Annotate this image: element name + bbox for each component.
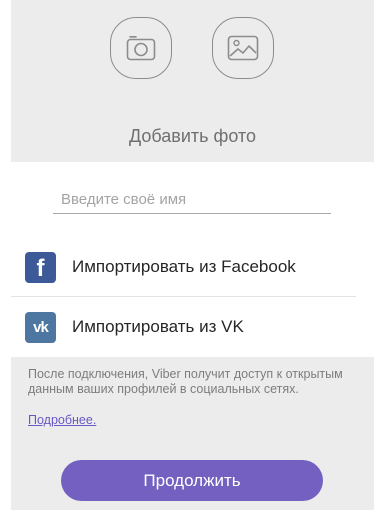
facebook-icon: f [25, 251, 56, 283]
continue-button[interactable]: Продолжить [61, 460, 323, 501]
add-photo-label: Добавить фото [128, 126, 257, 146]
import-facebook-label: Импортировать из Facebook [72, 257, 296, 276]
info-text: После подключения, Viber получит доступ … [28, 367, 343, 396]
camera-icon [126, 35, 156, 61]
name-input[interactable] [53, 186, 331, 214]
learn-more-link[interactable]: Подробнее. [28, 413, 96, 427]
vk-icon: vk [25, 311, 56, 343]
choose-image-button[interactable] [212, 17, 274, 79]
import-facebook-button[interactable]: f Импортировать из Facebook [11, 237, 374, 297]
import-vk-button[interactable]: vk Импортировать из VK [11, 297, 374, 357]
import-list: f Импортировать из Facebook vk Импортиро… [11, 237, 374, 357]
image-icon [227, 35, 259, 61]
import-vk-label: Импортировать из VK [72, 317, 244, 336]
take-photo-button[interactable] [110, 17, 172, 79]
